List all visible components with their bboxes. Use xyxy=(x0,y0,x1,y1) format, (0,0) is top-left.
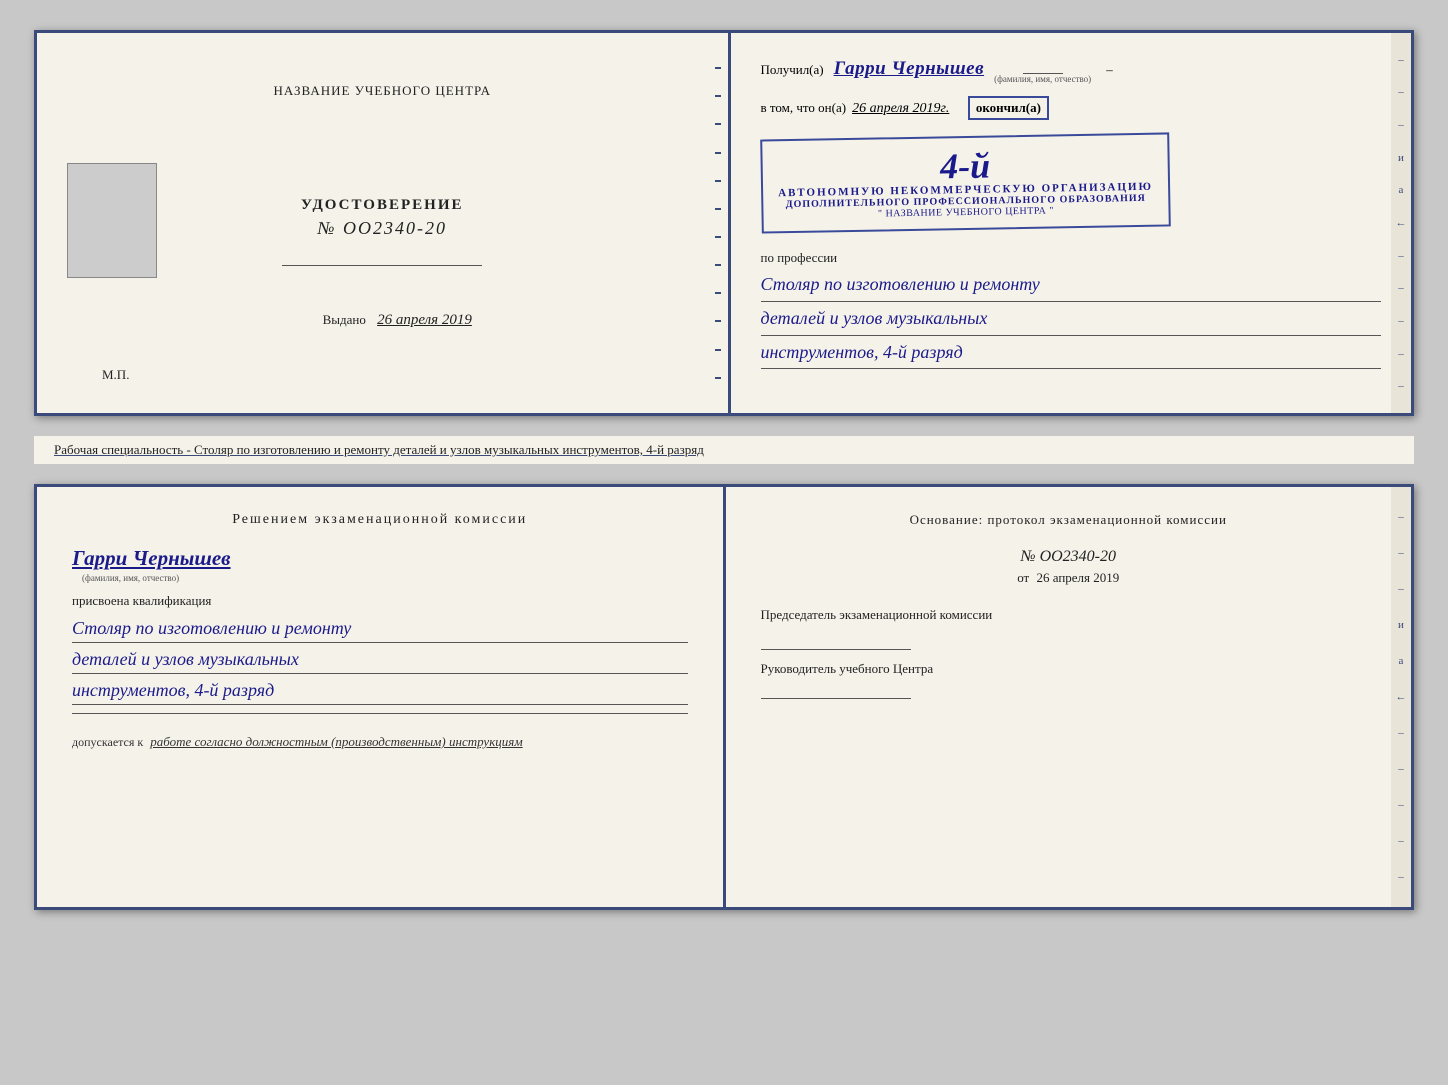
recipient-line: Получил(а) Гарри Чернышев (фамилия, имя,… xyxy=(761,58,1382,84)
cert-label: УДОСТОВЕРЕНИЕ xyxy=(72,197,693,214)
date-value: 26 апреля 2019г. xyxy=(852,101,949,117)
qual-label: присвоена квалификация xyxy=(72,593,688,609)
protocol-date: от 26 апреля 2019 xyxy=(761,570,1377,586)
document-row-2: Решением экзаменационной комиссии Гарри … xyxy=(34,484,1414,910)
right-edge-decoration xyxy=(711,33,733,413)
allowed-text: работе согласно должностным (производств… xyxy=(150,734,522,749)
finished-label: окончил(а) xyxy=(968,96,1049,120)
recipient-prefix: Получил(а) xyxy=(761,62,824,78)
profession-line1: Столяр по изготовлению и ремонту xyxy=(761,270,1382,302)
recipient-sublabel: (фамилия, имя, отчество) xyxy=(994,74,1091,84)
dash1: – xyxy=(1106,62,1113,78)
profession-text: Столяр по изготовлению и ремонту деталей… xyxy=(761,270,1382,369)
director-label: Руководитель учебного Центра xyxy=(761,660,1377,678)
protocol-number: № OO2340-20 xyxy=(761,548,1377,566)
allowed-line: допускается к работе согласно должностны… xyxy=(72,734,688,750)
profession-line2: деталей и узлов музыкальных xyxy=(761,304,1382,336)
cert-number: № OO2340-20 xyxy=(72,218,693,239)
date-line: в том, что он(а) 26 апреля 2019г. окончи… xyxy=(761,96,1382,120)
decision-title: Решением экзаменационной комиссии xyxy=(72,512,688,528)
person-name-2: Гарри Чернышев xyxy=(72,546,688,571)
doc1-left-page: НАЗВАНИЕ УЧЕБНОГО ЦЕНТРА УДОСТОВЕРЕНИЕ №… xyxy=(37,33,731,413)
recipient-name: Гарри Чернышев xyxy=(834,58,984,80)
chairman-label: Председатель экзаменационной комиссии xyxy=(761,606,1377,624)
issued-date: 26 апреля 2019 xyxy=(377,312,472,328)
qual-line3: инструментов, 4-й разряд xyxy=(72,677,688,705)
photo-placeholder xyxy=(67,163,157,278)
doc1-school-title: НАЗВАНИЕ УЧЕБНОГО ЦЕНТРА xyxy=(274,83,491,99)
doc1-right-page: Получил(а) Гарри Чернышев (фамилия, имя,… xyxy=(731,33,1412,413)
basis-title: Основание: протокол экзаменационной коми… xyxy=(761,512,1377,528)
issued-line: Выдано 26 апреля 2019 xyxy=(323,312,472,327)
document-row-1: НАЗВАНИЕ УЧЕБНОГО ЦЕНТРА УДОСТОВЕРЕНИЕ №… xyxy=(34,30,1414,416)
profession-label: по профессии xyxy=(761,250,1382,266)
qual-line1: Столяр по изготовлению и ремонту xyxy=(72,615,688,643)
right-edge-doc2: – – – и а ← – – – – – xyxy=(1391,487,1411,907)
qual-line2: деталей и узлов музыкальных xyxy=(72,646,688,674)
chairman-sig-line xyxy=(761,649,911,650)
stamp-block: 4-й АВТОНОМНУЮ НЕКОММЕРЧЕСКУЮ ОРГАНИЗАЦИ… xyxy=(760,132,1170,233)
caption: Рабочая специальность - Столяр по изгото… xyxy=(34,436,1414,464)
person-sublabel-2: (фамилия, имя, отчество) xyxy=(82,573,688,583)
protocol-date-value: 26 апреля 2019 xyxy=(1036,570,1119,585)
doc2-left-page: Решением экзаменационной комиссии Гарри … xyxy=(37,487,726,907)
mp-label: М.П. xyxy=(72,367,129,383)
doc2-right-page: Основание: протокол экзаменационной коми… xyxy=(726,487,1412,907)
profession-line3: инструментов, 4-й разряд xyxy=(761,338,1382,370)
signature-line-1 xyxy=(282,265,482,266)
date-prefix: в том, что он(а) xyxy=(761,100,847,116)
director-sig-line xyxy=(761,698,911,699)
protocol-date-prefix: от xyxy=(1017,570,1029,585)
right-edge-right: – – – и а ← – – – – – xyxy=(1391,33,1411,413)
